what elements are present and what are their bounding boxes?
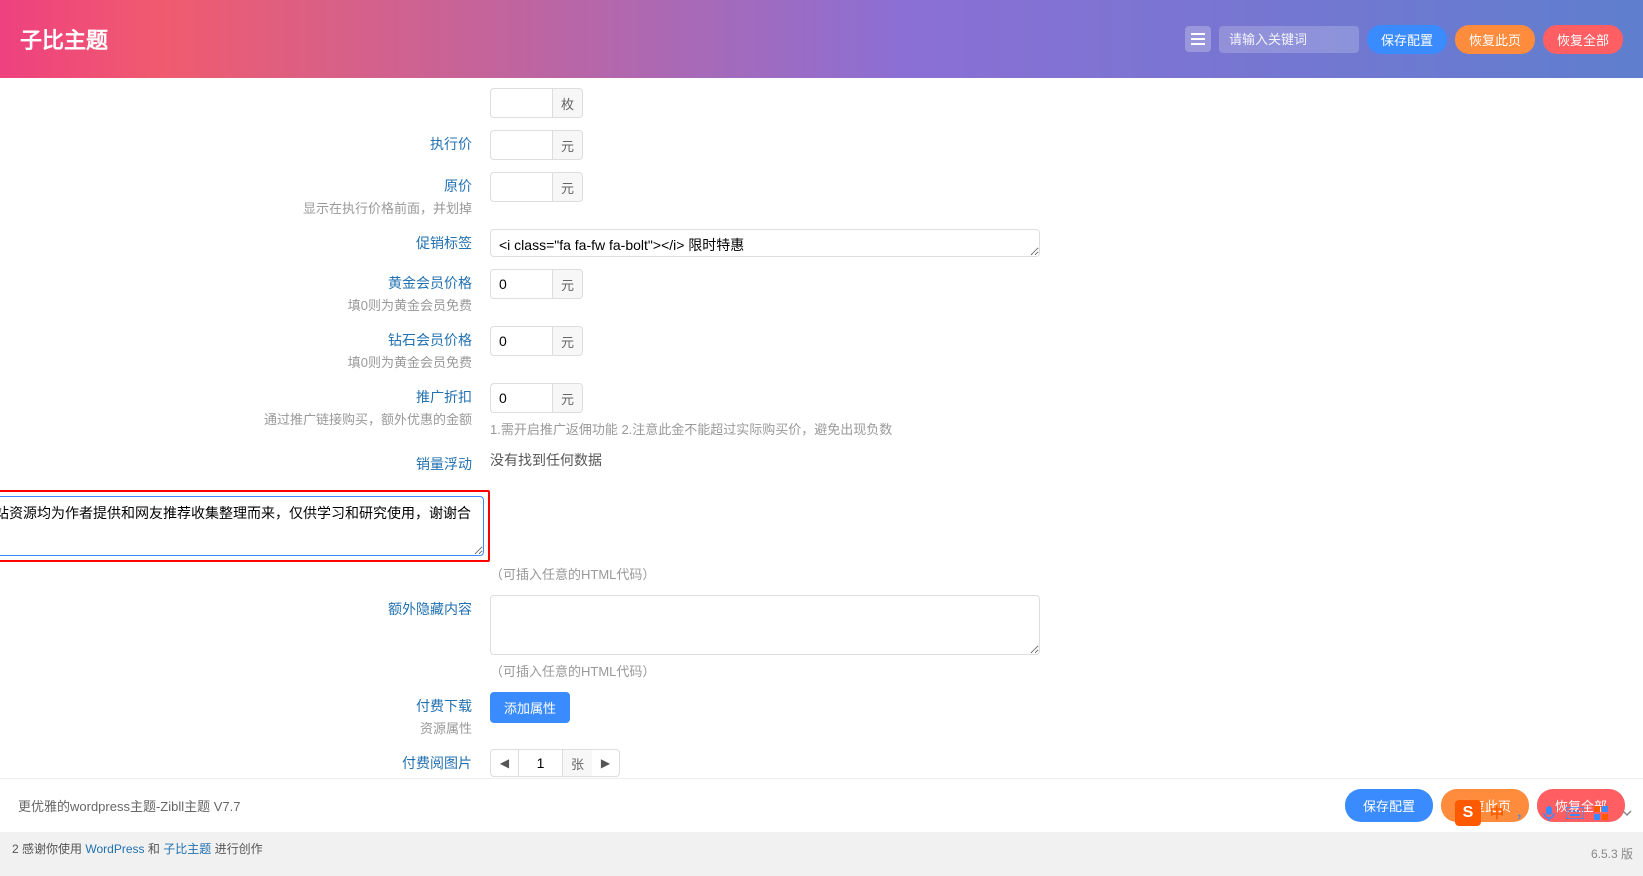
- paid-download-label: 付费下载: [0, 696, 472, 716]
- extra-hidden-label: 额外隐藏内容: [0, 599, 472, 619]
- menu-bars-icon[interactable]: [1185, 26, 1211, 52]
- wordpress-link[interactable]: WordPress: [85, 842, 144, 856]
- bottom-prefix: 2 感谢你使用: [12, 842, 82, 856]
- row-extra-hidden: 额外隐藏内容 （可插入任意的HTML代码）: [0, 595, 1643, 680]
- header-restore-all-button[interactable]: 恢复全部: [1543, 25, 1623, 54]
- footer-text: 更优雅的wordpress主题-Zibll主题 V7.7: [18, 796, 241, 815]
- orig-price-unit: 元: [552, 172, 583, 202]
- header-right-controls: 保存配置 恢复此页 恢复全部: [1185, 25, 1623, 54]
- row-top-partial: 枚: [0, 88, 1643, 118]
- promo-tag-textarea[interactable]: [490, 229, 1040, 257]
- ime-toolbar: S 中 ，: [1455, 800, 1637, 826]
- wp-version-label: 6.5.3 版: [1591, 845, 1633, 862]
- header-restore-page-button[interactable]: 恢复此页: [1455, 25, 1535, 54]
- promo-tag-label: 促销标签: [0, 233, 472, 253]
- orig-price-label: 原价: [0, 176, 472, 196]
- row-exec-price: 执行价 元: [0, 130, 1643, 160]
- zibll-theme-link[interactable]: 子比主题: [163, 842, 211, 856]
- paid-images-count-input[interactable]: [518, 749, 562, 777]
- footer-save-config-button[interactable]: 保存配置: [1345, 789, 1433, 822]
- site-title: 子比主题: [20, 13, 108, 65]
- diamond-price-unit: 元: [552, 326, 583, 356]
- bottom-mid: 和: [148, 842, 160, 856]
- top-partial-input[interactable]: [490, 88, 552, 118]
- ime-lang-cn-icon[interactable]: 中: [1487, 803, 1507, 823]
- promo-discount-sublabel: 通过推广链接购买，额外优惠的金额: [0, 409, 472, 428]
- row-diamond-price: 钻石会员价格 填0则为黄金会员免费 元: [0, 326, 1643, 371]
- puzzle-icon[interactable]: [1591, 803, 1611, 823]
- paid-images-unit: 张: [562, 749, 592, 777]
- orig-price-input[interactable]: [490, 172, 552, 202]
- add-attribute-button[interactable]: 添加属性: [490, 692, 570, 723]
- gold-price-input[interactable]: [490, 269, 552, 299]
- search-input[interactable]: [1219, 26, 1359, 53]
- promo-discount-hint: 1.需开启推广返佣功能 2.注意此金不能超过实际购买价，避免出现负数: [490, 419, 892, 438]
- exec-price-unit: 元: [552, 130, 583, 160]
- footer-bar: 更优雅的wordpress主题-Zibll主题 V7.7 保存配置 恢复此页 恢…: [0, 778, 1643, 832]
- spinner-increment-button[interactable]: ▶: [592, 749, 620, 777]
- sogou-ime-icon[interactable]: S: [1455, 800, 1481, 826]
- paid-images-label: 付费阅图片: [0, 753, 472, 773]
- top-partial-unit: 枚: [552, 88, 583, 118]
- exec-price-label: 执行价: [0, 134, 472, 154]
- row-more-detail-hint: （可插入任意的HTML代码）: [0, 564, 1643, 583]
- diamond-price-label: 钻石会员价格: [0, 330, 472, 350]
- row-promo-discount: 推广折扣 通过推广链接购买，额外优惠的金额 元 1.需开启推广返佣功能 2.注意…: [0, 383, 1643, 438]
- row-paid-download: 付费下载 资源属性 添加属性: [0, 692, 1643, 737]
- header-save-config-button[interactable]: 保存配置: [1367, 25, 1447, 54]
- spinner-decrement-button[interactable]: ◀: [490, 749, 518, 777]
- diamond-price-input[interactable]: [490, 326, 552, 356]
- extra-hidden-textarea[interactable]: [490, 595, 1040, 655]
- more-detail-textarea[interactable]: [0, 496, 484, 556]
- row-sales-float: 销量浮动 没有找到任何数据: [0, 450, 1643, 474]
- more-detail-hint: （可插入任意的HTML代码）: [490, 564, 655, 583]
- main-form-area: 枚 执行价 元 原价 显示在执行价格前面，并划掉 元: [0, 78, 1643, 834]
- paid-download-sublabel: 资源属性: [0, 718, 472, 737]
- row-gold-price: 黄金会员价格 填0则为黄金会员免费 元: [0, 269, 1643, 314]
- promo-discount-label: 推广折扣: [0, 387, 472, 407]
- gold-price-unit: 元: [552, 269, 583, 299]
- bottom-suffix: 进行创作: [215, 842, 263, 856]
- row-orig-price: 原价 显示在执行价格前面，并划掉 元: [0, 172, 1643, 217]
- wp-bottom-bar: 2 感谢你使用 WordPress 和 子比主题 进行创作 6.5.3 版: [0, 832, 1643, 876]
- microphone-icon[interactable]: [1539, 803, 1559, 823]
- orig-price-sublabel: 显示在执行价格前面，并划掉: [0, 198, 472, 217]
- ime-punct-icon[interactable]: ，: [1513, 803, 1533, 823]
- promo-discount-input[interactable]: [490, 383, 552, 413]
- extra-hidden-hint: （可插入任意的HTML代码）: [490, 661, 1040, 680]
- keyboard-icon[interactable]: [1565, 803, 1585, 823]
- row-more-detail: 更多详情: [0, 486, 1643, 562]
- row-promo-tag: 促销标签: [0, 229, 1643, 257]
- expand-arrow-icon[interactable]: [1617, 803, 1637, 823]
- sales-float-label: 销量浮动: [0, 454, 472, 474]
- more-detail-highlight-box: 更多详情: [0, 490, 490, 562]
- exec-price-input[interactable]: [490, 130, 552, 160]
- sales-float-text: 没有找到任何数据: [490, 450, 602, 470]
- diamond-price-sublabel: 填0则为黄金会员免费: [0, 352, 472, 371]
- gold-price-label: 黄金会员价格: [0, 273, 472, 293]
- promo-discount-unit: 元: [552, 383, 583, 413]
- top-header: 子比主题 保存配置 恢复此页 恢复全部: [0, 0, 1643, 78]
- gold-price-sublabel: 填0则为黄金会员免费: [0, 295, 472, 314]
